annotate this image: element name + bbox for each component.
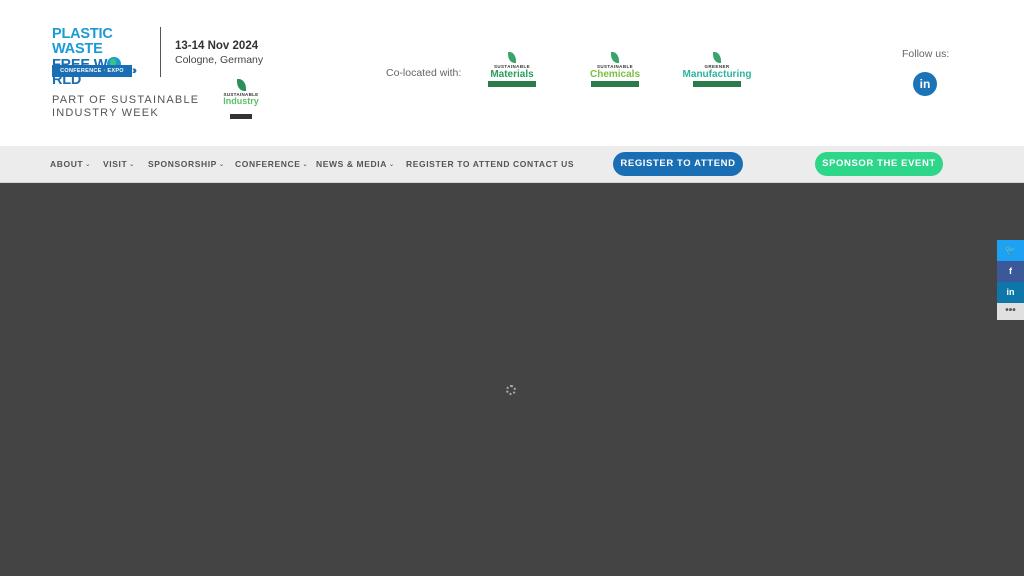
partner-logo-manufacturing[interactable]: GREENER Manufacturing — [675, 52, 759, 87]
siw-logo-big: Industry — [223, 96, 259, 106]
register-to-attend-button[interactable]: REGISTER TO ATTEND — [613, 152, 743, 176]
chevrons-icon: ››› — [132, 65, 137, 77]
chevron-down-icon: ⌄ — [388, 162, 395, 168]
nav-item-about[interactable]: ABOUT ⌄ — [50, 159, 91, 169]
header-divider — [160, 27, 161, 77]
loading-spinner-icon — [506, 385, 516, 395]
logo-conference-bar: CONFERENCE · EXPO — [52, 65, 132, 77]
chevron-down-icon: ⌄ — [85, 162, 91, 168]
sponsor-the-event-button[interactable]: SPONSOR THE EVENT — [815, 152, 943, 176]
facebook-share-icon[interactable]: f — [997, 261, 1024, 282]
nav-item-contact[interactable]: CONTACT US — [513, 159, 574, 169]
part-of-siw-text: PART OF SUSTAINABLE INDUSTRY WEEK — [52, 94, 200, 119]
site-header: PLASTIC WASTE FREE WRLD CONFERENCE · EXP… — [0, 0, 1024, 146]
event-location: Cologne, Germany — [175, 54, 264, 66]
siw-logo-tag — [230, 114, 252, 119]
logo-line-1: PLASTIC WASTE — [52, 26, 113, 57]
partner-big: Chemicals — [589, 69, 641, 80]
linkedin-icon[interactable]: in — [913, 72, 937, 96]
chevron-down-icon: ⌄ — [129, 162, 135, 168]
partner-bar — [693, 81, 741, 87]
leaf-icon — [713, 52, 721, 63]
nav-item-sponsorship[interactable]: SPONSORSHIP ⌄ — [148, 159, 225, 169]
nav-item-news-media[interactable]: NEWS & MEDIA ⌄ — [316, 159, 395, 169]
linkedin-share-icon[interactable]: in — [997, 282, 1024, 303]
nav-item-visit[interactable]: VISIT ⌄ — [103, 159, 135, 169]
plastic-waste-free-world-logo[interactable]: PLASTIC WASTE FREE WRLD CONFERENCE · EXP… — [52, 27, 148, 88]
nav-item-conference[interactable]: CONFERENCE ⌄ — [235, 159, 308, 169]
more-share-icon[interactable]: ••• — [997, 303, 1024, 320]
chevron-down-icon: ⌄ — [218, 162, 225, 168]
partner-big: Manufacturing — [682, 69, 752, 80]
partner-bar — [591, 81, 639, 87]
main-navigation: ABOUT ⌄ VISIT ⌄ SPONSORSHIP ⌄ CONFERENCE ⌄ N… — [0, 146, 1024, 183]
chevron-down-icon: ⌄ — [302, 162, 309, 168]
sustainable-industry-week-logo[interactable]: SUSTAINABLE Industry — [218, 79, 264, 124]
partner-logo-chemicals[interactable]: SUSTAINABLE Chemicals — [585, 52, 645, 87]
leaf-icon — [508, 52, 516, 63]
partner-logo-materials[interactable]: SUSTAINABLE Materials — [486, 52, 538, 87]
event-dates: 13-14 Nov 2024 — [175, 40, 259, 52]
partner-bar — [488, 81, 536, 87]
nav-item-register[interactable]: REGISTER TO ATTEND — [406, 159, 510, 169]
colocated-label: Co-located with: — [386, 67, 462, 79]
follow-us-label: Follow us: — [902, 48, 950, 60]
leaf-icon — [611, 52, 619, 63]
twitter-share-icon[interactable]: 🐦 — [997, 240, 1024, 261]
leaf-icon — [236, 79, 246, 91]
partner-big: Materials — [490, 69, 534, 80]
